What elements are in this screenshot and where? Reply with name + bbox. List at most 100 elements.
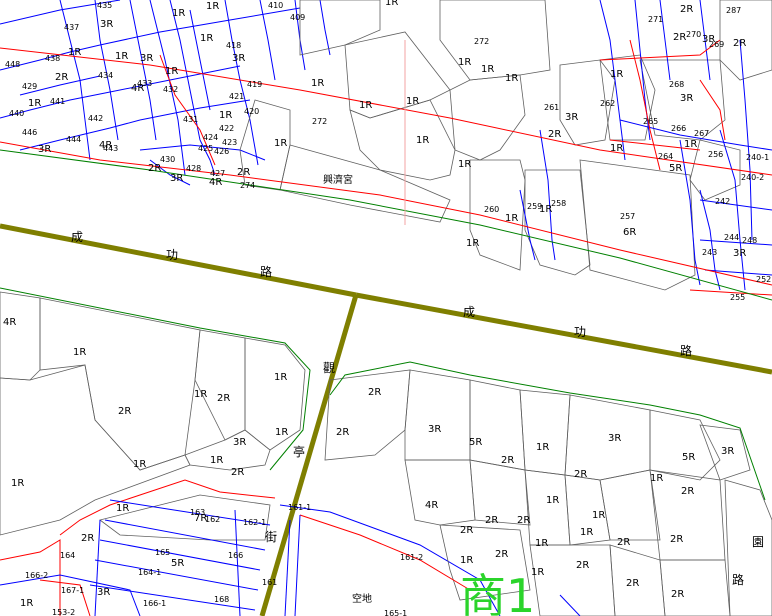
parcel-number: 165-1 <box>384 609 407 616</box>
parcel-number: 161 <box>262 578 277 587</box>
floor-label: 1R <box>535 538 548 549</box>
floor-label: 1R <box>311 78 324 89</box>
road-char: 路 <box>732 572 744 587</box>
vacant-lot-label: 空地 <box>352 592 372 605</box>
floor-label: 1R <box>274 372 287 383</box>
floor-label: 1R <box>210 455 223 466</box>
floor-label: 1R <box>194 389 207 400</box>
floor-label: 2R <box>574 469 587 480</box>
parcel-number: 260 <box>484 205 499 214</box>
floor-label: 2R <box>485 515 498 526</box>
parcel-number: 424 <box>203 133 218 142</box>
floor-label: 5R <box>682 452 695 463</box>
floor-label: 2R <box>673 32 686 43</box>
parcel-number: 409 <box>290 13 305 22</box>
road-char: 功 <box>574 325 586 339</box>
floor-label: 3R <box>428 424 441 435</box>
parcel-lines-red-north <box>0 39 772 296</box>
parcel-number: 248 <box>742 236 757 245</box>
floor-label: 1R <box>416 135 429 146</box>
floor-label: 1R <box>546 495 559 506</box>
parcel-number: 426 <box>214 147 229 156</box>
floor-label: 2R <box>671 589 684 600</box>
floor-label: 2R <box>626 578 639 589</box>
building-name-label: 興濟宮 <box>323 173 353 186</box>
floor-label: 7R <box>194 513 207 524</box>
floor-label: 1R <box>116 503 129 514</box>
parcel-number: 267 <box>694 129 709 138</box>
parcel-number: 252 <box>756 275 771 284</box>
floor-label: 2R <box>517 515 530 526</box>
floor-label: 3R <box>97 587 110 598</box>
floor-label: 3R <box>565 112 578 123</box>
floor-label: 2R <box>217 393 230 404</box>
parcel-number: 242 <box>715 197 730 206</box>
parcel-number: 435 <box>97 1 112 10</box>
floor-label: 2R <box>231 467 244 478</box>
parcel-number: 418 <box>226 41 241 50</box>
parcel-number: 287 <box>726 6 741 15</box>
parcel-line-red-southeast <box>299 514 471 591</box>
floor-label: 3R <box>100 19 113 30</box>
floor-label: 2R <box>336 427 349 438</box>
boundary-green-southeast <box>329 361 766 501</box>
parcel-number: 444 <box>66 135 81 144</box>
floor-label: 2R <box>681 486 694 497</box>
floor-label: 1R <box>274 138 287 149</box>
floor-label: 2R <box>501 455 514 466</box>
parcel-number: 262 <box>600 99 615 108</box>
floor-label: 3R <box>233 437 246 448</box>
parcel-number: 243 <box>702 248 717 257</box>
floor-label: 1R <box>505 73 518 84</box>
floor-label: 1R <box>172 8 185 19</box>
floor-label: 2R <box>55 72 68 83</box>
floor-label: 1R <box>20 598 33 609</box>
floor-label: 2R <box>680 4 693 15</box>
parcel-number: 434 <box>98 71 113 80</box>
parcel-number: 441 <box>50 97 65 106</box>
boundary-green-southwest <box>0 287 311 471</box>
parcel-number: 272 <box>474 37 489 46</box>
floor-label: 1R <box>481 64 494 75</box>
floor-label: 3R <box>733 248 746 259</box>
parcel-number: 442 <box>88 114 103 123</box>
parcel-lines-blue-southeast <box>284 514 581 616</box>
floor-label: 1R <box>610 143 623 154</box>
road-char: 園 <box>752 535 764 549</box>
parcel-lines-red-southwest <box>0 479 276 616</box>
cadastral-map: 興濟宮 空地 成 功 路 成 功 路 觀 亭 街 園 路 商1 435 410 … <box>0 0 772 616</box>
floor-label: 4R <box>131 83 144 94</box>
floor-label: 2R <box>733 38 746 49</box>
parcel-number: 164-1 <box>138 568 161 577</box>
floor-label: 3R <box>140 53 153 64</box>
parcel-number: 164 <box>60 551 75 560</box>
parcel-number: 272 <box>312 117 327 126</box>
parcel-number: 255 <box>730 293 745 302</box>
floor-label: 1R <box>466 238 479 249</box>
parcel-number: 167-1 <box>61 586 84 595</box>
floor-label: 1R <box>133 459 146 470</box>
floor-label: 1R <box>68 47 81 58</box>
road-char: 路 <box>680 343 692 358</box>
floor-label: 3R <box>608 433 621 444</box>
floor-label: 2R <box>148 163 161 174</box>
parcel-number: 268 <box>669 80 684 89</box>
floor-label: 3R <box>38 144 51 155</box>
floor-label: 4R <box>425 500 438 511</box>
floor-label: 1R <box>115 51 128 62</box>
parcel-number: 271 <box>648 15 663 24</box>
floor-label: 3R <box>232 53 245 64</box>
floor-label: 1R <box>73 347 86 358</box>
parcel-number: 438 <box>45 54 60 63</box>
floor-label: 1R <box>406 96 419 107</box>
parcel-number: 432 <box>163 85 178 94</box>
floor-label: 2R <box>670 534 683 545</box>
floor-label: 2R <box>548 129 561 140</box>
floor-label: 2R <box>368 387 381 398</box>
floor-label: 3R <box>170 173 183 184</box>
floor-label: 1R <box>505 213 518 224</box>
parcel-number: 258 <box>551 199 566 208</box>
floor-label: 1R <box>539 204 552 215</box>
floor-label: 1R <box>165 66 178 77</box>
floor-label: 1R <box>531 567 544 578</box>
